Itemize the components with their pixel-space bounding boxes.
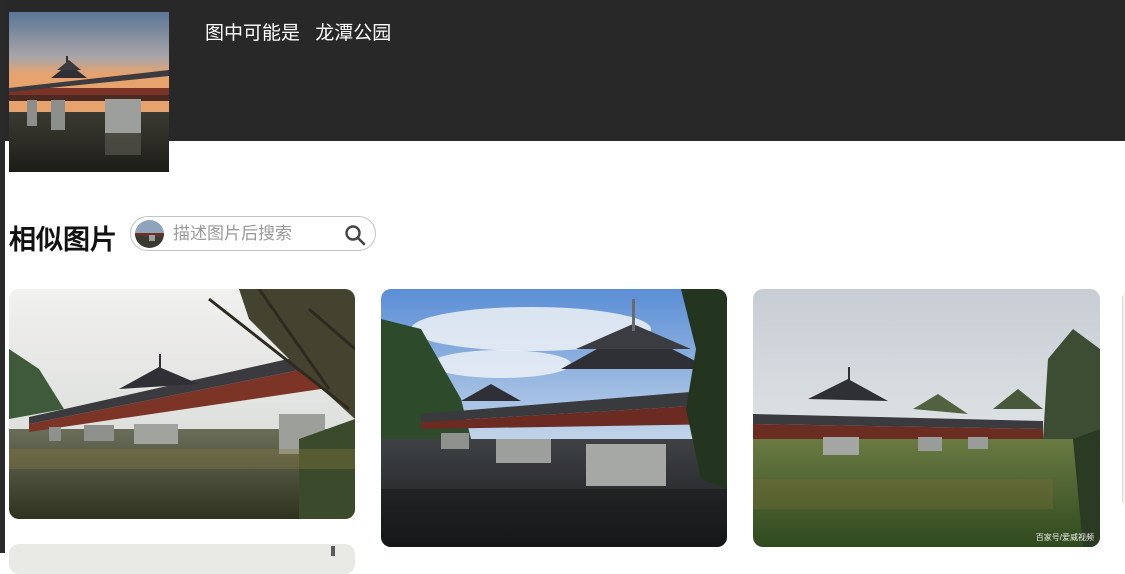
similar-image-card[interactable] [381,289,727,547]
recognition-result: 图中可能是 龙潭公园 [205,18,401,45]
similar-image-card[interactable] [9,289,355,519]
image-watermark: 百家号/爱威视频 [1035,533,1094,542]
guess-name[interactable]: 龙潭公园 [315,23,391,44]
similar-image-card[interactable] [9,544,355,574]
describe-search-box[interactable] [130,216,376,251]
search-image-thumbnail [135,220,164,248]
similar-image-card[interactable]: 百家号/爱威视频 [753,289,1100,547]
guess-prefix: 图中可能是 [205,23,301,44]
query-image-thumbnail[interactable] [9,12,169,172]
similar-images-title: 相似图片 [9,225,117,255]
describe-search-input[interactable] [173,221,333,247]
result-header [5,0,1125,141]
search-icon[interactable] [344,224,366,246]
